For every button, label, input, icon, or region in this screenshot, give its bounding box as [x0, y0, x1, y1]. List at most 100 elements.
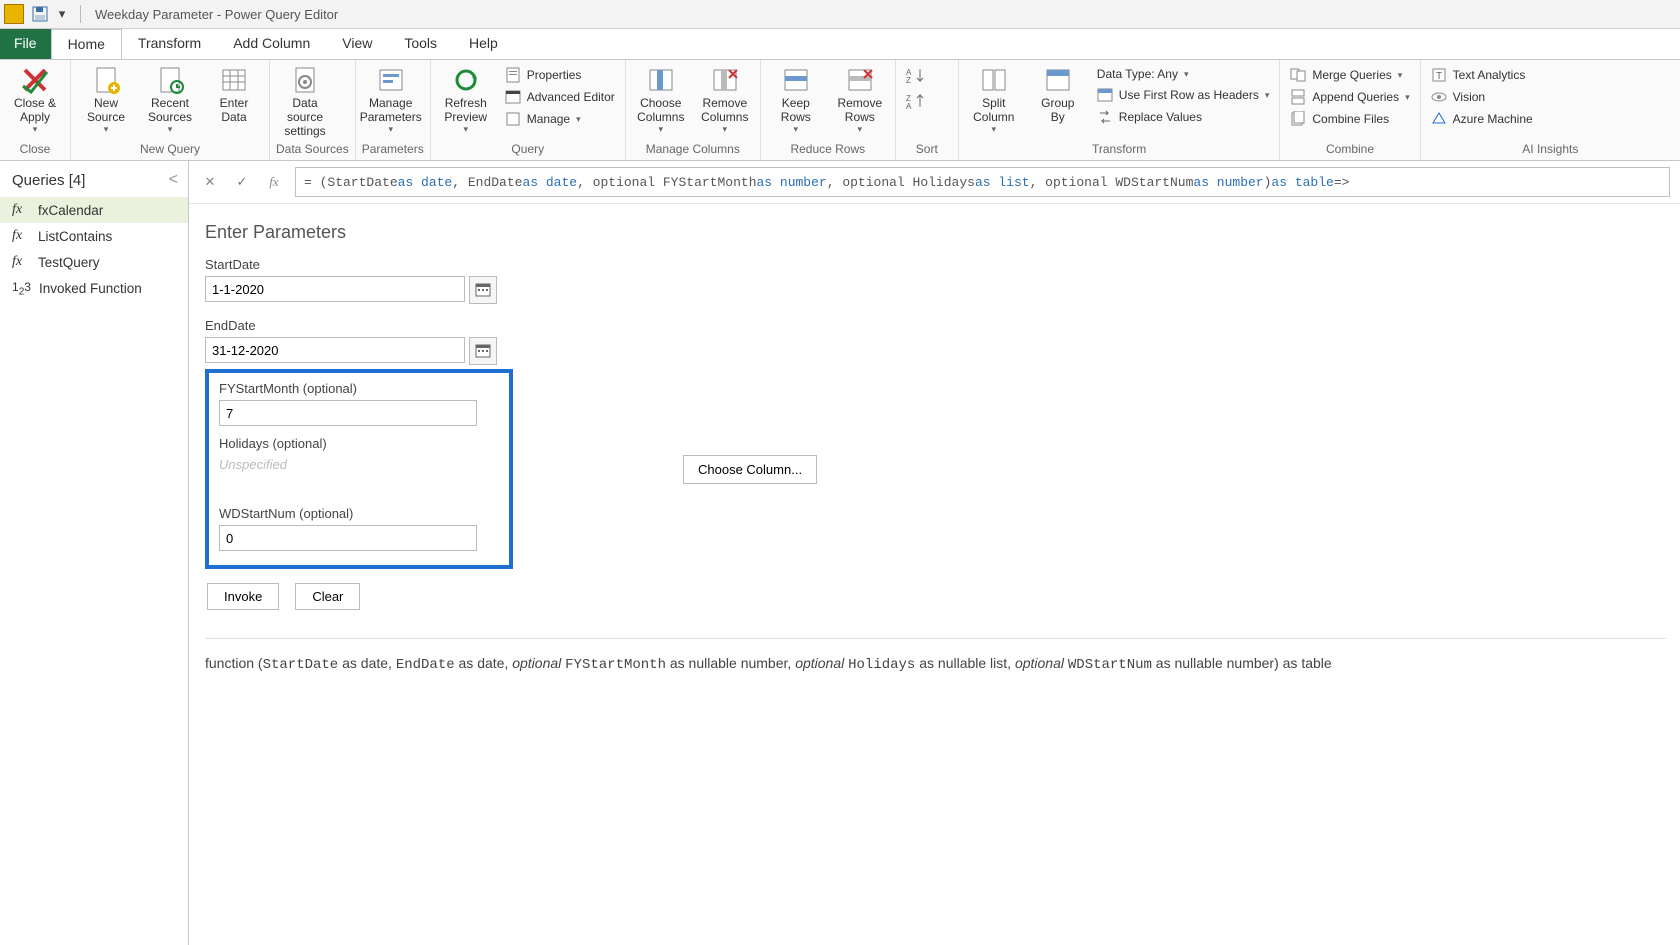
function-icon: fx [12, 202, 30, 218]
holidays-placeholder: Unspecified [219, 455, 499, 472]
remove-columns-button[interactable]: Remove Columns [696, 62, 754, 135]
close-apply-button[interactable]: Close & Apply [6, 62, 64, 135]
function-icon: fx [12, 228, 30, 244]
enter-parameters-title: Enter Parameters [205, 222, 1666, 243]
group-manage-columns-label: Manage Columns [632, 140, 754, 160]
append-queries-button[interactable]: Append Queries [1286, 88, 1413, 106]
tab-transform[interactable]: Transform [122, 29, 217, 59]
advanced-editor-button[interactable]: Advanced Editor [501, 88, 619, 106]
separator [80, 5, 81, 23]
group-manage-columns: Choose Columns Remove Columns Manage Col… [626, 60, 761, 160]
group-ai-insights: T Text Analytics Vision Azure Machine AI… [1421, 60, 1680, 160]
group-ai-insights-label: AI Insights [1427, 140, 1674, 160]
ribbon: Close & Apply Close New Source Recent So… [0, 60, 1680, 161]
holidays-label: Holidays (optional) [219, 436, 499, 451]
window-title: Weekday Parameter - Power Query Editor [95, 7, 338, 22]
svg-text:Z: Z [906, 76, 911, 85]
function-signature: function (StartDate as date, EndDate as … [205, 638, 1666, 673]
group-data-sources-label: Data Sources [276, 140, 349, 160]
group-sort: AZ ZA Sort [896, 60, 959, 160]
combine-files-button[interactable]: Combine Files [1286, 110, 1413, 128]
group-parameters-label: Parameters [362, 140, 424, 160]
group-close: Close & Apply Close [0, 60, 71, 160]
data-type-button[interactable]: Data Type: Any [1093, 66, 1274, 82]
azure-ml-button[interactable]: Azure Machine [1427, 110, 1537, 128]
group-combine: Merge Queries Append Queries Combine Fil… [1280, 60, 1420, 160]
titlebar: ▾ Weekday Parameter - Power Query Editor [0, 0, 1680, 29]
new-source-button[interactable]: New Source [77, 62, 135, 135]
query-item-fxcalendar[interactable]: fx fxCalendar [0, 197, 188, 223]
cancel-formula-icon[interactable]: ✕ [199, 171, 221, 193]
svg-text:A: A [906, 102, 912, 111]
group-new-query: New Source Recent Sources Enter Data New… [71, 60, 270, 160]
choose-columns-button[interactable]: Choose Columns [632, 62, 690, 135]
queries-pane: Queries [4] < fx fxCalendar fx ListConta… [0, 161, 189, 945]
manage-button[interactable]: Manage [501, 110, 619, 128]
queries-header: Queries [4] [12, 172, 85, 189]
group-query-label: Query [437, 140, 619, 160]
tab-view[interactable]: View [326, 29, 388, 59]
formula-input[interactable]: = (StartDate as date , EndDate as date ,… [295, 167, 1670, 197]
manage-parameters-button[interactable]: Manage Parameters [362, 62, 420, 135]
choose-column-button[interactable]: Choose Column... [683, 455, 817, 484]
refresh-preview-button[interactable]: Refresh Preview [437, 62, 495, 135]
use-first-row-button[interactable]: Use First Row as Headers [1093, 86, 1274, 104]
invoke-button[interactable]: Invoke [207, 583, 279, 610]
clear-button[interactable]: Clear [295, 583, 360, 610]
app-icon [4, 4, 24, 24]
group-transform: Split Column Group By Data Type: Any Use… [959, 60, 1281, 160]
group-combine-label: Combine [1286, 140, 1413, 160]
number-icon: 123 [12, 280, 31, 297]
fx-icon[interactable]: fx [263, 171, 285, 193]
wdstartnum-input[interactable] [219, 525, 477, 551]
formula-bar: ✕ ✓ fx = (StartDate as date , EndDate as… [189, 161, 1680, 204]
commit-formula-icon[interactable]: ✓ [231, 171, 253, 193]
query-item-invoked-function[interactable]: 123 Invoked Function [0, 275, 188, 302]
tab-home[interactable]: Home [51, 29, 122, 59]
tab-help[interactable]: Help [453, 29, 514, 59]
tab-file[interactable]: File [0, 29, 51, 59]
data-source-settings-button[interactable]: Data source settings [276, 62, 334, 138]
startdate-label: StartDate [205, 257, 1666, 272]
sort-asc-button[interactable]: AZ [902, 66, 932, 86]
save-icon[interactable] [30, 4, 50, 24]
group-close-label: Close [6, 140, 64, 160]
group-reduce-rows: Keep Rows Remove Rows Reduce Rows [761, 60, 896, 160]
group-data-sources: Data source settings Data Sources [270, 60, 356, 160]
merge-queries-button[interactable]: Merge Queries [1286, 66, 1413, 84]
remove-rows-button[interactable]: Remove Rows [831, 62, 889, 135]
fystartmonth-input[interactable] [219, 400, 477, 426]
enter-data-button[interactable]: Enter Data [205, 62, 263, 124]
enddate-calendar-button[interactable] [469, 337, 497, 365]
recent-sources-button[interactable]: Recent Sources [141, 62, 199, 135]
collapse-pane-icon[interactable]: < [169, 171, 178, 189]
svg-text:T: T [1436, 71, 1442, 82]
ribbon-tabs: File Home Transform Add Column View Tool… [0, 29, 1680, 60]
fystartmonth-label: FYStartMonth (optional) [219, 381, 499, 396]
group-new-query-label: New Query [77, 140, 263, 160]
enddate-label: EndDate [205, 318, 1666, 333]
undo-icon[interactable]: ▾ [52, 4, 72, 24]
query-item-testquery[interactable]: fx TestQuery [0, 249, 188, 275]
enddate-input[interactable] [205, 337, 465, 363]
properties-button[interactable]: Properties [501, 66, 619, 84]
tab-tools[interactable]: Tools [388, 29, 453, 59]
group-parameters: Manage Parameters Parameters [356, 60, 431, 160]
text-analytics-button[interactable]: T Text Analytics [1427, 66, 1537, 84]
tab-add-column[interactable]: Add Column [217, 29, 326, 59]
query-item-listcontains[interactable]: fx ListContains [0, 223, 188, 249]
keep-rows-button[interactable]: Keep Rows [767, 62, 825, 135]
parameters-area: Enter Parameters StartDate EndDate [189, 204, 1680, 687]
sort-desc-button[interactable]: ZA [902, 92, 932, 112]
vision-button[interactable]: Vision [1427, 88, 1537, 106]
group-transform-label: Transform [965, 140, 1274, 160]
startdate-calendar-button[interactable] [469, 276, 497, 304]
group-reduce-rows-label: Reduce Rows [767, 140, 889, 160]
highlight-box: FYStartMonth (optional) Holidays (option… [205, 369, 513, 569]
startdate-input[interactable] [205, 276, 465, 302]
split-column-button[interactable]: Split Column [965, 62, 1023, 135]
group-by-button[interactable]: Group By [1029, 62, 1087, 124]
replace-values-button[interactable]: Replace Values [1093, 108, 1274, 126]
group-sort-label: Sort [902, 140, 952, 160]
wdstartnum-label: WDStartNum (optional) [219, 506, 499, 521]
